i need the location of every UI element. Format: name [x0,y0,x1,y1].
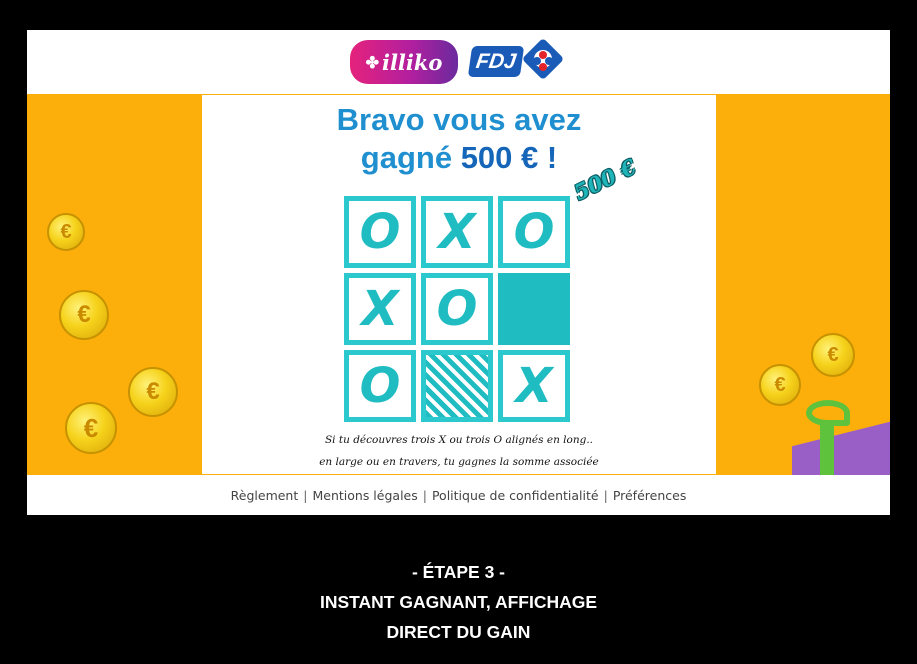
win-headline: Bravo vous avez gagné 500 € ! [202,101,716,177]
gift-bow [806,400,850,426]
euro-coin-icon: € [128,367,178,417]
rules-line-2: en large ou en travers, tu gagnes la som… [319,456,599,468]
headline-line-2: gagné 500 € ! [202,139,716,177]
scratch-cell[interactable]: X [344,273,416,345]
footer-link[interactable]: Règlement [231,488,299,503]
game-stage: € € € € € € Bravo vous avez gagné 500 € … [27,94,890,507]
euro-coin-icon: € [65,402,117,454]
scratch-cell[interactable]: O [344,196,416,268]
win-amount: 500 € ! [460,140,558,175]
header: ✤ illiko FDJ [27,30,890,94]
step-caption: - ÉTAPE 3 - INSTANT GAGNANT, AFFICHAGE D… [0,557,917,647]
scratch-cell[interactable]: X [421,196,493,268]
footer-separator: | [303,487,308,503]
scratch-cell[interactable]: O [344,350,416,422]
headline-line-1: Bravo vous avez [336,102,582,137]
headline-prefix: gagné [360,140,461,175]
scratch-grid: OXOXOOX [344,196,570,422]
illiko-logo[interactable]: ✤ illiko [350,40,458,84]
fdj-logo-text: FDJ [467,46,525,77]
scratch-cell[interactable]: X [498,350,570,422]
illiko-logo-text: illiko [381,49,443,75]
caption-line-3: DIRECT DU GAIN [386,622,531,642]
game-frame: ✤ illiko FDJ € € € € € € Bravo vous avez [27,30,890,515]
fdj-petal [539,63,547,71]
caption-line-2: INSTANT GAGNANT, AFFICHAGE [319,592,598,612]
caption-step: - ÉTAPE 3 - [411,562,506,582]
footer-separator: | [603,487,608,503]
scratch-cell[interactable]: O [498,196,570,268]
footer-link[interactable]: Politique de confidentialité [432,488,599,503]
scratch-cell[interactable]: O [421,273,493,345]
scratch-cell[interactable] [421,350,493,422]
footer-link[interactable]: Mentions légales [312,488,417,503]
game-card: Bravo vous avez gagné 500 € ! 500 € OXOX… [202,95,716,474]
scratch-cell[interactable] [498,273,570,345]
game-rules: Si tu découvres trois X ou trois O align… [202,429,716,473]
footer-link[interactable]: Préférences [613,488,687,503]
euro-coin-icon: € [47,213,85,251]
fdj-logo[interactable]: FDJ [467,37,566,82]
footer-separator: | [422,487,427,503]
rules-line-1: Si tu découvres trois X ou trois O align… [324,434,594,446]
gift-icon [782,400,890,507]
footer: Règlement | Mentions légales | Politique de … [27,475,890,515]
clover-icon: ✤ [365,52,379,72]
euro-coin-icon: € [811,333,855,377]
euro-coin-icon: € [759,364,801,406]
euro-coin-icon: € [59,290,109,340]
